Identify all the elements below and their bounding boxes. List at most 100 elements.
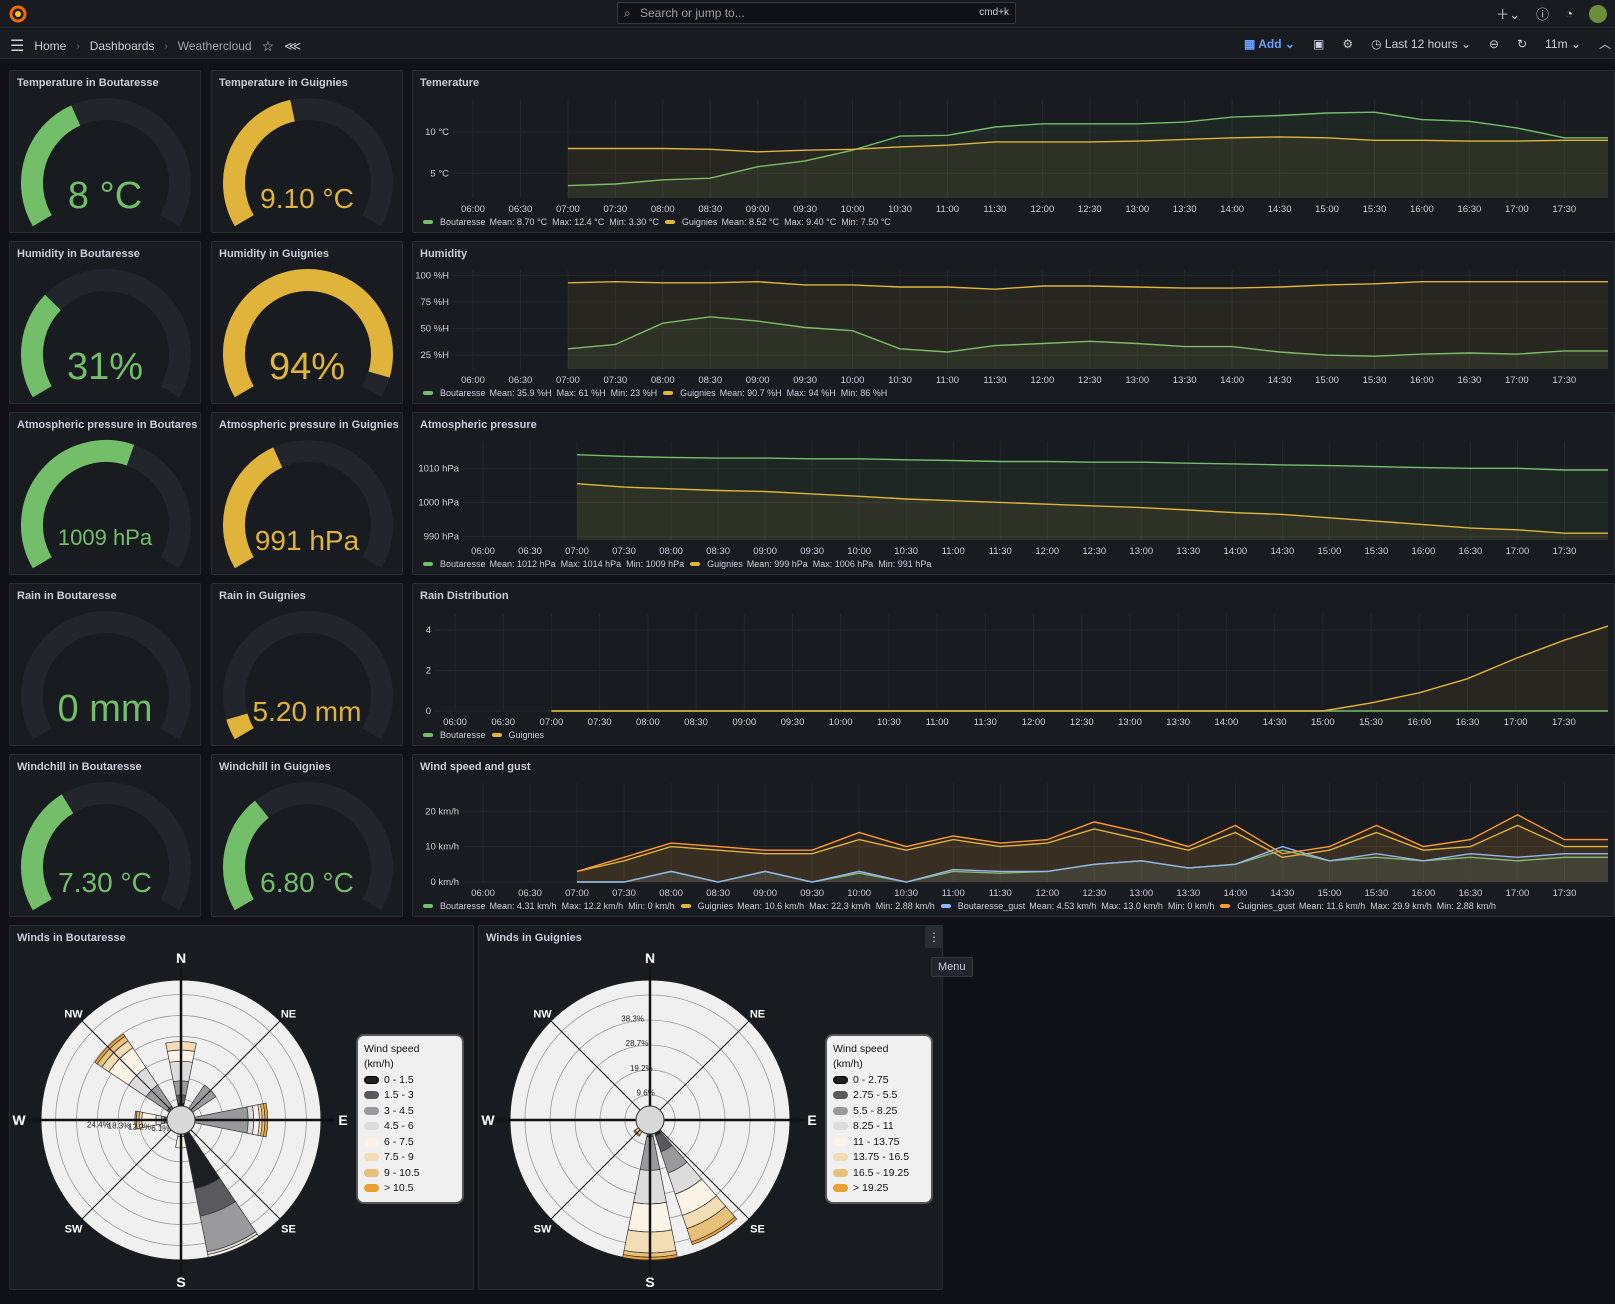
legend-swatch [833, 1137, 848, 1146]
x-tick-label: 11:00 [926, 717, 949, 728]
legend-item[interactable]: 1.5 - 3 [364, 1088, 456, 1104]
x-tick-label: 12:00 [1030, 204, 1054, 215]
gauge-value: 0 mm [57, 688, 153, 730]
legend-item[interactable]: Guignies Mean: 8.52 °C Max: 9.40 °C Min: … [664, 217, 891, 227]
legend-item[interactable]: Boutaresse Mean: 4.31 km/h Max: 12.2 km/h… [423, 901, 675, 911]
x-tick-label: 12:00 [1035, 546, 1059, 557]
legend-item[interactable]: Guignies_gust Mean: 11.6 km/h Max: 29.9 k… [1220, 901, 1496, 911]
settings-icon[interactable]: ⚙ [1342, 37, 1353, 51]
legend-item[interactable]: 0 - 1.5 [364, 1072, 456, 1088]
x-tick-label: 10:30 [888, 375, 912, 386]
x-tick-label: 17:00 [1505, 375, 1529, 386]
save-icon[interactable]: ▣ [1313, 37, 1324, 51]
x-tick-label: 15:30 [1365, 546, 1389, 557]
legend-item[interactable]: > 10.5 [364, 1181, 456, 1197]
x-tick-label: 09:00 [732, 717, 756, 728]
legend-stats: Mean: 999 hPa Max: 1006 hPa Min: 991 hPa [746, 559, 932, 569]
plus-icon[interactable]: ＋⌄ [1496, 4, 1520, 23]
chart-plot: 06:00 06:30 07:00 07:30 08:00 08:30 09:00 09:30… [415, 270, 1609, 386]
legend-name: Guignies [697, 901, 734, 911]
collapse-icon[interactable]: ︿ [1599, 35, 1615, 52]
star-icon[interactable]: ☆ [262, 38, 275, 55]
compass-label: SW [534, 1223, 552, 1235]
menu-tooltip: Menu [931, 957, 973, 977]
refresh-icon[interactable]: ↻ [1517, 37, 1527, 51]
legend-item[interactable]: 8.25 - 11 [833, 1119, 925, 1135]
legend-name: Boutaresse_gust [957, 901, 1026, 911]
legend-item[interactable]: 0 - 2.75 [833, 1072, 925, 1088]
legend-item[interactable]: 4.5 - 6 [364, 1119, 456, 1135]
x-tick-label: 08:30 [684, 717, 708, 728]
legend-item[interactable]: Guignies Mean: 10.6 km/h Max: 22.3 km/h M… [680, 901, 935, 911]
legend-swatch [833, 1184, 848, 1193]
panel-menu-button[interactable]: ⋮ [925, 926, 943, 948]
legend-item[interactable]: 5.5 - 8.25 [833, 1103, 925, 1119]
legend-item[interactable]: 3 - 4.5 [364, 1103, 456, 1119]
legend-item[interactable]: > 19.25 [833, 1181, 925, 1197]
zoom-out-icon[interactable]: ⊖ [1489, 37, 1499, 51]
gauge-value: 6.80 °C [260, 867, 354, 898]
x-tick-label: 13:30 [1176, 888, 1200, 899]
legend-item[interactable]: 2.75 - 5.5 [833, 1088, 925, 1104]
legend-name: Guignies [508, 730, 545, 740]
rss-icon[interactable]: ◔ [1565, 6, 1573, 21]
legend-item[interactable]: 6 - 7.5 [364, 1134, 456, 1150]
series-area [551, 626, 1608, 711]
legend-item[interactable]: 9 - 10.5 [364, 1165, 456, 1181]
ring-label: 9.6% [637, 1088, 655, 1097]
share-icon[interactable]: ⋘ [284, 39, 301, 53]
search-input[interactable]: ⌕ Search or jump to... cmd+k [617, 2, 1016, 24]
x-tick-label: 08:00 [651, 204, 675, 215]
breadcrumb-dashboards[interactable]: Dashboards [90, 39, 155, 53]
x-tick-label: 10:30 [888, 204, 912, 215]
legend-item[interactable]: 7.5 - 9 [364, 1150, 456, 1166]
x-tick-label: 09:00 [753, 888, 777, 899]
legend-swatch [364, 1106, 379, 1115]
gauge-panel: Rain in Boutaresse 0 mm [9, 583, 201, 746]
legend-item[interactable]: Boutaresse_gust Mean: 4.53 km/h Max: 13.0… [940, 901, 1214, 911]
x-tick-label: 09:00 [746, 204, 770, 215]
top-bar: ⌕ Search or jump to... cmd+k ＋⌄ ⓘ ◔ [0, 0, 1615, 28]
legend-item[interactable]: Guignies Mean: 90.7 %H Max: 94 %H Min: 86… [663, 388, 887, 398]
grafana-logo-icon[interactable] [8, 4, 28, 24]
compass-label: SE [750, 1223, 765, 1235]
legend-item[interactable]: Guignies [491, 730, 545, 740]
legend-name: Guignies_gust [1237, 901, 1295, 911]
legend-item[interactable]: Boutaresse Mean: 1012 hPa Max: 1014 hPa M… [423, 559, 684, 569]
time-range-picker[interactable]: ◷ Last 12 hours ⌄ [1371, 37, 1471, 51]
legend-item[interactable]: Boutaresse [423, 730, 486, 740]
windrose-panel: Winds in Boutaresse N NE E SE S SW W NW 6.1% 12.2%… [9, 925, 474, 1290]
x-tick-label: 11:30 [989, 888, 1012, 899]
legend-item[interactable]: Boutaresse Mean: 8.70 °C Max: 12.4 °C Min… [423, 217, 659, 227]
legend-item[interactable]: 11 - 13.75 [833, 1134, 925, 1150]
legend-label: 16.5 - 19.25 [853, 1166, 910, 1179]
legend-stats: Mean: 4.31 km/h Max: 12.2 km/h Min: 0 km… [489, 901, 675, 911]
y-tick-label: 50 %H [420, 324, 449, 335]
legend-item[interactable]: 16.5 - 19.25 [833, 1165, 925, 1181]
legend-stats: Mean: 35.9 %H Max: 61 %H Min: 23 %H [489, 388, 658, 398]
avatar[interactable] [1589, 4, 1607, 23]
windrose-legend: Wind speed (km/h) 0 - 2.75 2.75 - 5.5 5.5 - … [825, 1034, 933, 1204]
x-tick-label: 11:00 [942, 888, 965, 899]
gauge-value: 1009 hPa [57, 525, 153, 550]
legend-swatch [423, 391, 433, 395]
x-tick-label: 06:00 [443, 717, 467, 728]
legend-stats: Mean: 8.52 °C Max: 9.40 °C Min: 7.50 °C [721, 217, 891, 227]
x-tick-label: 07:30 [612, 888, 636, 899]
legend-item[interactable]: 13.75 - 16.5 [833, 1150, 925, 1166]
add-button[interactable]: ▦ Add ⌄ [1244, 37, 1295, 51]
legend-swatch [423, 904, 433, 908]
gauge-panel: Windchill in Guignies 6.80 °C [211, 754, 403, 917]
legend-swatch [364, 1153, 379, 1162]
breadcrumb-home[interactable]: Home [34, 39, 66, 53]
x-tick-label: 16:30 [1459, 546, 1483, 557]
menu-icon[interactable]: ☰ [10, 36, 24, 56]
x-tick-label: 17:30 [1552, 375, 1576, 386]
help-icon[interactable]: ⓘ [1536, 4, 1549, 23]
x-tick-label: 14:00 [1223, 546, 1247, 557]
legend-item[interactable]: Boutaresse Mean: 35.9 %H Max: 61 %H Min: … [423, 388, 657, 398]
ring-label: 6.1% [151, 1124, 169, 1133]
x-tick-label: 16:00 [1410, 375, 1434, 386]
refresh-interval-picker[interactable]: 11m ⌄ [1545, 37, 1581, 51]
legend-item[interactable]: Guignies Mean: 999 hPa Max: 1006 hPa Min:… [690, 559, 931, 569]
